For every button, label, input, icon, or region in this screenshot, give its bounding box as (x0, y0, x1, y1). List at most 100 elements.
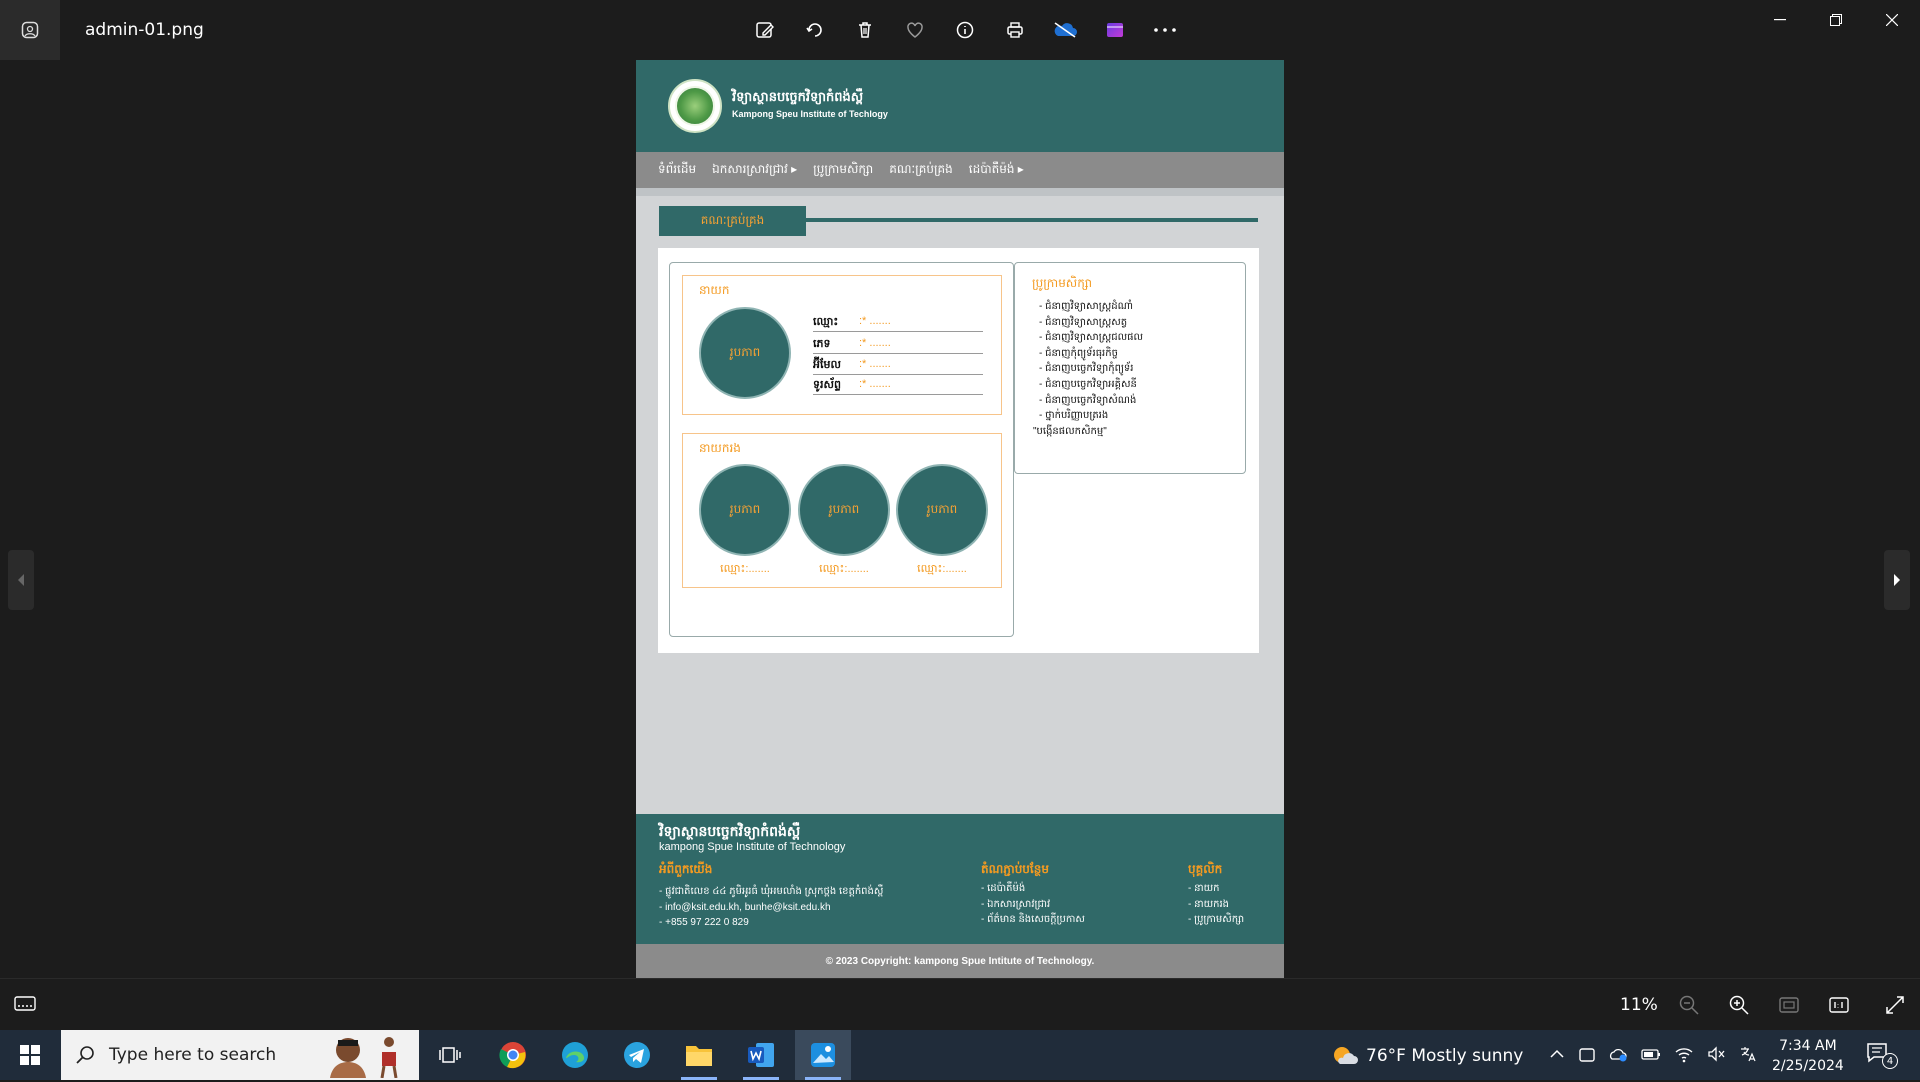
footer-link[interactable]: - ប្រូក្រាមសិក្សា (1188, 912, 1244, 928)
footer-links-title: តំណភ្ជាប់បន្ថែម (981, 862, 1049, 876)
meet-now-icon[interactable] (1578, 1044, 1596, 1068)
footer-email[interactable]: - info@ksit.edu.kh, bunhe@ksit.edu.kh (659, 900, 883, 916)
list-item[interactable]: - ជំនាញវិទ្យាសាស្ត្រជលផល (1039, 330, 1239, 346)
copyright: © 2023 Copyright: kampong Spue Intitute … (636, 944, 1284, 978)
content-card: នាយក រូបភាព ឈ្មោះ :* ....... ភេទ :* ....… (658, 248, 1259, 653)
filmstrip-icon[interactable] (14, 995, 36, 1017)
zoom-level: 11% (1620, 995, 1658, 1015)
menu-item-departments[interactable]: ដេប៉ាតឺម៉ង់ ▸ (969, 161, 1024, 179)
zoom-out-icon[interactable] (1678, 994, 1700, 1020)
footer-phone: - +855 97 222 0 829 (659, 917, 749, 928)
chevron-up-icon[interactable] (1548, 1044, 1566, 1068)
list-item[interactable]: - ជំនាញវិទ្យាសាស្ត្រសត្វ (1039, 315, 1239, 331)
favorite-icon[interactable] (890, 12, 940, 48)
director-field-phone: ទូរស័ព្ទ :* ....... (813, 375, 983, 395)
actual-size-icon[interactable] (1828, 994, 1850, 1020)
photos-app-icon[interactable] (0, 0, 60, 60)
programs-title: ប្រូក្រាមសិក្សា (1032, 276, 1093, 290)
wifi-icon[interactable] (1674, 1044, 1694, 1068)
deputy-photo: រូបភាព (699, 464, 791, 556)
weather-text: 76°F Mostly sunny (1366, 1046, 1524, 1066)
clock-date: 2/25/2024 (1772, 1058, 1844, 1074)
clock[interactable]: 7:34 AM 2/25/2024 (1772, 1036, 1844, 1076)
fit-to-window-icon[interactable] (1778, 994, 1800, 1020)
footer-link[interactable]: - ឯកសារស្រាវជ្រាវ (981, 897, 1085, 913)
list-item[interactable]: - ជំនាញវិទ្យាសាស្ត្រដំណាំ (1039, 299, 1239, 315)
photos-icon[interactable] (795, 1030, 851, 1080)
footer-link[interactable]: - ព័ត៌មាន និងសេចក្តីប្រកាស (981, 912, 1085, 928)
task-view-icon[interactable] (422, 1030, 478, 1080)
footer-staff-title: បុគ្គលិក (1188, 862, 1223, 876)
list-item[interactable]: - ថ្នាក់បរិញ្ញាបត្ររង (1039, 408, 1239, 424)
list-item[interactable]: - ជំនាញកុំព្យូទ័រធុរកិច្ច (1039, 346, 1239, 362)
info-icon[interactable] (940, 12, 990, 48)
restore-button[interactable] (1808, 0, 1864, 40)
management-panel: នាយក រូបភាព ឈ្មោះ :* ....... ភេទ :* ....… (669, 262, 1014, 637)
weather-widget[interactable]: 76°F Mostly sunny (1330, 1044, 1523, 1068)
search-highlight-image[interactable] (326, 1032, 412, 1079)
close-button[interactable] (1864, 0, 1920, 40)
clock-time: 7:34 AM (1779, 1038, 1837, 1054)
onedrive-tray-icon[interactable] (1608, 1044, 1628, 1068)
institute-logo (668, 79, 722, 133)
battery-icon[interactable] (1640, 1044, 1662, 1068)
deputies-box: នាយករង រូបភាព រូបភាព រូបភាព ឈ្មោះ:......… (682, 433, 1002, 588)
site-header: វិទ្យាស្ថានបច្ចេកវិទ្យាកំពង់ស្ពឺ Kampong… (636, 60, 1284, 152)
notification-center-button[interactable]: 4 (1866, 1042, 1906, 1070)
site-footer: វិទ្យាស្ថានបច្ចេកវិទ្យាកំពង់ស្ពឺ kampong… (636, 814, 1284, 944)
footer-brand-khmer: វិទ្យាស្ថានបច្ចេកវិទ្យាកំពង់ស្ពឺ (659, 823, 801, 839)
full-screen-icon[interactable] (1884, 994, 1906, 1020)
footer-link[interactable]: - នាយករង (1188, 897, 1244, 913)
director-photo: រូបភាព (699, 307, 791, 399)
footer-brand-english: kampong Spue Institute of Technology (659, 841, 846, 853)
footer-link[interactable]: - នាយក (1188, 881, 1244, 897)
more-icon[interactable] (1140, 12, 1190, 48)
menu-item-research[interactable]: ឯកសារស្រាវជ្រាវ ▸ (712, 161, 797, 179)
volume-muted-icon[interactable] (1706, 1044, 1726, 1068)
edit-icon[interactable] (740, 12, 790, 48)
list-item[interactable]: - ជំនាញបច្ចេកវិទ្យាកុំព្យូទ័រ (1039, 361, 1239, 377)
footer-staff-list: - នាយក - នាយករង - ប្រូក្រាមសិក្សា (1188, 881, 1244, 928)
director-field-gender: ភេទ :* ....... (813, 334, 983, 354)
divider (636, 188, 1284, 196)
taskbar-search-box[interactable]: Type here to search (61, 1030, 419, 1080)
language-icon[interactable] (1738, 1044, 1758, 1068)
deputy-name: ឈ្មោះ:....... (917, 563, 967, 575)
footer-link[interactable]: - ដេប៉ាតឺម៉ង់ (981, 881, 1085, 897)
telegram-icon[interactable] (609, 1030, 665, 1080)
clipchamp-icon[interactable] (1090, 12, 1140, 48)
list-item[interactable]: - ជំនាញបច្ចេកវិទ្យាអគ្គិសនី (1039, 377, 1239, 393)
minimize-button[interactable] (1752, 0, 1808, 40)
start-button[interactable] (0, 1030, 60, 1080)
previous-image-button[interactable] (8, 550, 34, 610)
file-name: admin-01.png (85, 20, 204, 40)
footer-address: - ផ្លូវជាតិលេខ ៤៤ ភូមិអូរធំ ឃុំអមលាំង ស្… (659, 886, 884, 897)
file-explorer-icon[interactable] (671, 1030, 727, 1080)
programs-panel: ប្រូក្រាមសិក្សា - ជំនាញវិទ្យាសាស្ត្រដំណា… (1014, 262, 1246, 474)
delete-icon[interactable] (840, 12, 890, 48)
footer-links-list: - ដេប៉ាតឺម៉ង់ - ឯកសារស្រាវជ្រាវ - ព័ត៌មា… (981, 881, 1085, 928)
section-title: គណៈគ្រប់គ្រង (659, 206, 806, 236)
section-title-rule (806, 218, 1258, 222)
rotate-icon[interactable] (790, 12, 840, 48)
deputies-title: នាយករង (699, 441, 741, 455)
director-field-email: អ៊ីមែល :* ....... (813, 355, 983, 375)
print-icon[interactable] (990, 12, 1040, 48)
menu-item-management[interactable]: គណៈគ្រប់គ្រង (889, 161, 953, 179)
onedrive-icon[interactable] (1040, 12, 1090, 48)
footer-about-title: អំពីពួកយើង (659, 862, 713, 876)
notification-count: 4 (1882, 1053, 1898, 1069)
list-item[interactable]: - ជំនាញបច្ចេកវិទ្យាសំណង់ (1039, 393, 1239, 409)
director-box: នាយក រូបភាព ឈ្មោះ :* ....... ភេទ :* ....… (682, 275, 1002, 415)
menu-item-home[interactable]: ទំព័រដើម (658, 161, 696, 179)
menu-item-programs[interactable]: ប្រូក្រាមសិក្សា (813, 161, 873, 179)
title-bar: admin-01.png (0, 0, 1920, 60)
zoom-in-icon[interactable] (1728, 994, 1750, 1020)
director-title: នាយក (699, 283, 730, 297)
chrome-icon[interactable] (485, 1030, 541, 1080)
deputy-name: ឈ្មោះ:....... (720, 563, 770, 575)
next-image-button[interactable] (1884, 550, 1910, 610)
system-tray (1548, 1044, 1758, 1068)
word-icon[interactable] (733, 1030, 789, 1080)
edge-icon[interactable] (547, 1030, 603, 1080)
